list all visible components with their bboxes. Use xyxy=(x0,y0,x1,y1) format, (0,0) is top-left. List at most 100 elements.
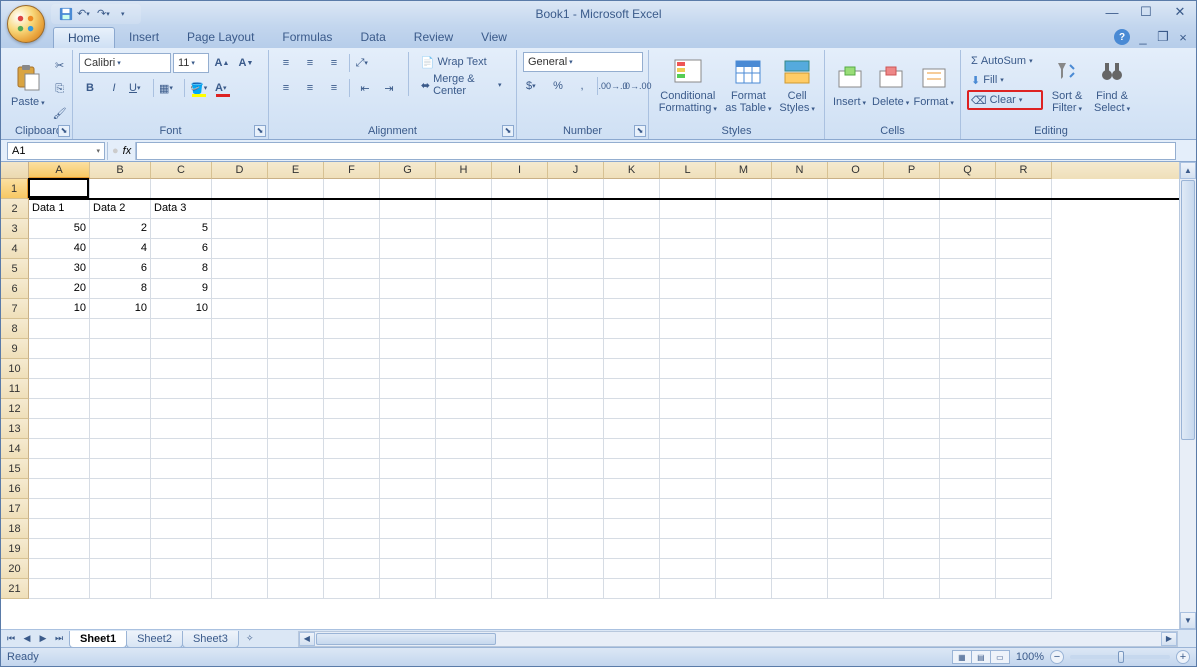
cell[interactable] xyxy=(772,499,828,519)
cell[interactable] xyxy=(772,179,828,199)
cell[interactable] xyxy=(436,259,492,279)
cell[interactable] xyxy=(151,459,212,479)
cell[interactable] xyxy=(436,519,492,539)
cell[interactable] xyxy=(212,239,268,259)
scroll-thumb[interactable] xyxy=(1181,180,1195,440)
cell[interactable] xyxy=(380,499,436,519)
cell[interactable] xyxy=(212,399,268,419)
cell[interactable] xyxy=(604,439,660,459)
zoom-out-icon[interactable]: − xyxy=(1050,650,1064,664)
shrink-font-icon[interactable]: A▼ xyxy=(235,52,257,74)
cell[interactable] xyxy=(492,239,548,259)
cell[interactable] xyxy=(268,459,324,479)
cell[interactable] xyxy=(268,419,324,439)
cell[interactable] xyxy=(548,179,604,199)
cell[interactable] xyxy=(996,459,1052,479)
cell[interactable] xyxy=(90,319,151,339)
row-header[interactable]: 9 xyxy=(1,339,29,359)
cell[interactable] xyxy=(151,519,212,539)
cell[interactable] xyxy=(436,339,492,359)
cell[interactable] xyxy=(324,479,380,499)
column-header[interactable]: D xyxy=(212,162,268,179)
cell[interactable] xyxy=(828,339,884,359)
cell[interactable] xyxy=(772,439,828,459)
cell[interactable] xyxy=(828,459,884,479)
cell[interactable] xyxy=(90,399,151,419)
cell[interactable] xyxy=(380,359,436,379)
column-header[interactable]: G xyxy=(380,162,436,179)
cell[interactable] xyxy=(29,539,90,559)
cell[interactable] xyxy=(884,279,940,299)
cell[interactable] xyxy=(90,579,151,599)
cell[interactable] xyxy=(548,199,604,219)
sort-filter-button[interactable]: Sort & Filter xyxy=(1047,52,1087,118)
cell[interactable] xyxy=(828,479,884,499)
align-left-icon[interactable]: ≡ xyxy=(275,77,297,99)
cell[interactable] xyxy=(212,499,268,519)
sheet-tab[interactable]: Sheet1 xyxy=(69,631,127,648)
cell[interactable] xyxy=(716,299,772,319)
cell[interactable] xyxy=(828,499,884,519)
cell[interactable] xyxy=(660,519,716,539)
cell[interactable] xyxy=(940,559,996,579)
cell[interactable] xyxy=(268,359,324,379)
column-header[interactable]: K xyxy=(604,162,660,179)
border-button[interactable]: ▦▾ xyxy=(158,77,180,99)
cell[interactable] xyxy=(492,479,548,499)
cell[interactable] xyxy=(940,199,996,219)
cell[interactable] xyxy=(716,539,772,559)
cell[interactable] xyxy=(828,239,884,259)
cell[interactable] xyxy=(151,499,212,519)
cell[interactable] xyxy=(29,379,90,399)
cell[interactable] xyxy=(324,359,380,379)
cell[interactable] xyxy=(772,319,828,339)
cell[interactable] xyxy=(380,439,436,459)
cell[interactable] xyxy=(29,519,90,539)
cell[interactable] xyxy=(548,459,604,479)
align-right-icon[interactable]: ≡ xyxy=(323,77,345,99)
hscroll-thumb[interactable] xyxy=(316,633,496,645)
cell[interactable] xyxy=(548,299,604,319)
fx-icon[interactable]: fx xyxy=(123,145,132,157)
cell[interactable] xyxy=(604,419,660,439)
qat-customize-icon[interactable]: ▾ xyxy=(117,5,135,23)
italic-button[interactable]: I xyxy=(103,77,125,99)
cell[interactable] xyxy=(660,479,716,499)
wrap-text-button[interactable]: 📄Wrap Text xyxy=(417,52,510,72)
row-header[interactable]: 13 xyxy=(1,419,29,439)
cell[interactable] xyxy=(884,539,940,559)
column-header[interactable]: H xyxy=(436,162,492,179)
cell[interactable] xyxy=(492,419,548,439)
cell[interactable] xyxy=(884,339,940,359)
cell[interactable] xyxy=(151,399,212,419)
cell[interactable] xyxy=(212,259,268,279)
cell[interactable] xyxy=(996,559,1052,579)
cell[interactable] xyxy=(940,539,996,559)
cell[interactable] xyxy=(996,539,1052,559)
cell[interactable] xyxy=(268,179,324,199)
cell[interactable] xyxy=(996,439,1052,459)
cell[interactable]: 4 xyxy=(90,239,151,259)
minimize-button[interactable]: — xyxy=(1100,3,1124,21)
tab-view[interactable]: View xyxy=(467,27,521,48)
cell[interactable] xyxy=(660,279,716,299)
cell[interactable] xyxy=(996,179,1052,199)
new-sheet-icon[interactable]: ✧ xyxy=(242,631,258,647)
cell[interactable] xyxy=(380,479,436,499)
cell[interactable] xyxy=(604,519,660,539)
cell[interactable] xyxy=(660,219,716,239)
alignment-dialog-launcher[interactable]: ⬊ xyxy=(502,125,514,137)
row-header[interactable]: 6 xyxy=(1,279,29,299)
cell[interactable]: 10 xyxy=(90,299,151,319)
formula-input[interactable] xyxy=(136,142,1176,160)
column-header[interactable]: N xyxy=(772,162,828,179)
cell[interactable] xyxy=(268,299,324,319)
cell[interactable] xyxy=(884,459,940,479)
sheet-tab[interactable]: Sheet3 xyxy=(182,631,239,648)
tab-home[interactable]: Home xyxy=(53,27,115,48)
cell[interactable] xyxy=(940,239,996,259)
cell[interactable] xyxy=(324,319,380,339)
cell[interactable] xyxy=(548,359,604,379)
cell[interactable] xyxy=(268,499,324,519)
cell[interactable] xyxy=(940,579,996,599)
